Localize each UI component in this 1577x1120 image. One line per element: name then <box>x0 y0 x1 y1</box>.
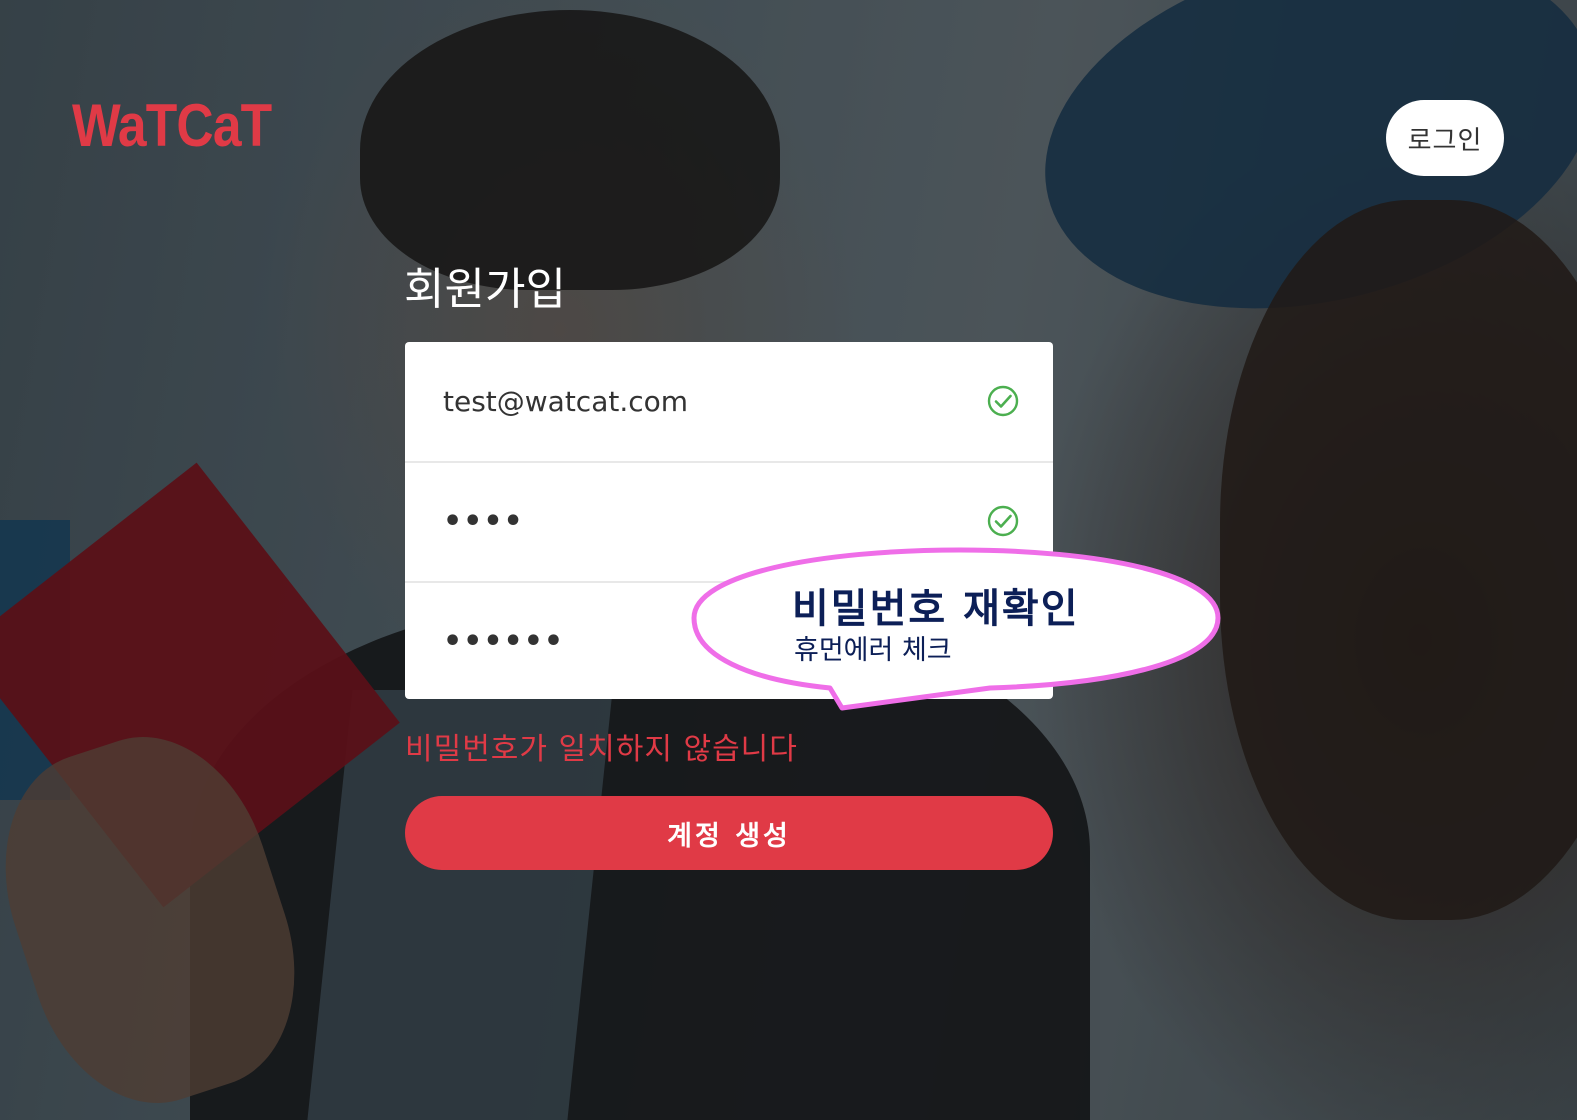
login-button[interactable]: 로그인 <box>1386 100 1504 176</box>
check-circle-icon <box>985 383 1021 419</box>
page-title: 회원가입 <box>404 264 566 315</box>
password-field-value: •••• <box>443 503 524 539</box>
email-field-value: test@watcat.com <box>443 384 689 418</box>
brand-logo[interactable]: WaTCaT <box>72 96 272 156</box>
annotation-callout: 비밀번호 재확인 휴먼에러 체크 <box>690 538 1230 718</box>
callout-subtitle: 휴먼에러 체크 <box>794 635 952 666</box>
callout-title: 비밀번호 재확인 <box>792 586 1080 632</box>
create-account-button[interactable]: 계정 생성 <box>405 796 1053 870</box>
password-mismatch-error: 비밀번호가 일치하지 않습니다 <box>405 732 798 767</box>
check-circle-icon <box>985 503 1021 539</box>
email-field[interactable]: test@watcat.com <box>405 342 1053 460</box>
